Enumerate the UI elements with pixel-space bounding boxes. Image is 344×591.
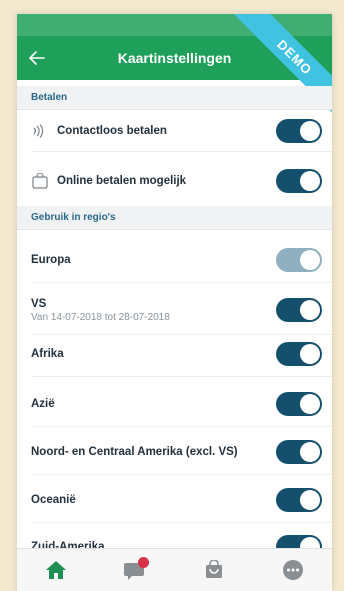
setting-row-vs: VS Van 14-07-2018 tot 28-07-2018: [17, 290, 332, 330]
contactless-toggle[interactable]: [276, 119, 322, 143]
setting-label: Europa: [31, 254, 71, 266]
phone-screen: Kaartinstellingen DEMO Betalen Contactlo…: [17, 14, 332, 591]
setting-row-azie: Azië: [17, 387, 332, 421]
divider: [31, 151, 332, 152]
setting-row-europa: Europa: [17, 243, 332, 277]
shop-icon: [205, 560, 222, 578]
contactless-icon: [31, 123, 51, 139]
tab-home[interactable]: [36, 555, 76, 585]
setting-label: Contactloos betalen: [57, 125, 167, 137]
toggle-knob: [300, 121, 320, 141]
setting-label: VS: [31, 297, 47, 310]
app-header: Kaartinstellingen DEMO: [17, 14, 332, 120]
azie-toggle[interactable]: [276, 392, 322, 416]
tab-bar: [17, 548, 332, 591]
afrika-toggle[interactable]: [276, 342, 322, 366]
notification-badge: [138, 557, 150, 568]
oceanie-toggle[interactable]: [276, 488, 322, 512]
online-payment-toggle[interactable]: [276, 169, 322, 193]
toggle-knob: [300, 171, 320, 191]
setting-row-afrika: Afrika: [17, 337, 332, 371]
setting-text: VS Van 14-07-2018 tot 28-07-2018: [31, 298, 170, 323]
shopping-bag-icon: [31, 173, 51, 189]
divider: [31, 282, 332, 283]
setting-label: Oceanië: [31, 494, 76, 506]
tab-more[interactable]: [273, 555, 313, 585]
divider: [31, 334, 332, 335]
section-header-betalen: Betalen: [17, 86, 332, 110]
toggle-knob: [300, 442, 320, 462]
noord-amerika-toggle[interactable]: [276, 440, 322, 464]
vs-toggle[interactable]: [276, 298, 322, 322]
section-header-regios: Gebruik in regio's: [17, 206, 332, 230]
divider: [31, 522, 332, 523]
divider: [31, 376, 332, 377]
toggle-knob: [300, 394, 320, 414]
divider: [31, 474, 332, 475]
toggle-knob: [300, 250, 320, 270]
toggle-knob: [300, 344, 320, 364]
setting-period: Van 14-07-2018 tot 28-07-2018: [31, 311, 170, 323]
tab-messages[interactable]: [115, 555, 155, 585]
setting-row-online-payment: Online betalen mogelijk: [17, 162, 332, 200]
more-icon: [282, 560, 303, 580]
tab-shop[interactable]: [194, 555, 234, 585]
setting-row-noord-amerika: Noord- en Centraal Amerika (excl. VS): [17, 435, 332, 469]
setting-label: Online betalen mogelijk: [57, 175, 187, 187]
setting-label: Azië: [31, 398, 55, 410]
toggle-knob: [300, 490, 320, 510]
home-icon: [46, 561, 67, 579]
divider: [31, 426, 332, 427]
setting-row-contactless: Contactloos betalen: [17, 112, 332, 150]
europa-toggle[interactable]: [276, 248, 322, 272]
toggle-knob: [300, 300, 320, 320]
setting-label: Noord- en Centraal Amerika (excl. VS): [31, 446, 238, 458]
setting-row-oceanie: Oceanië: [17, 483, 332, 517]
setting-label: Afrika: [31, 348, 64, 360]
